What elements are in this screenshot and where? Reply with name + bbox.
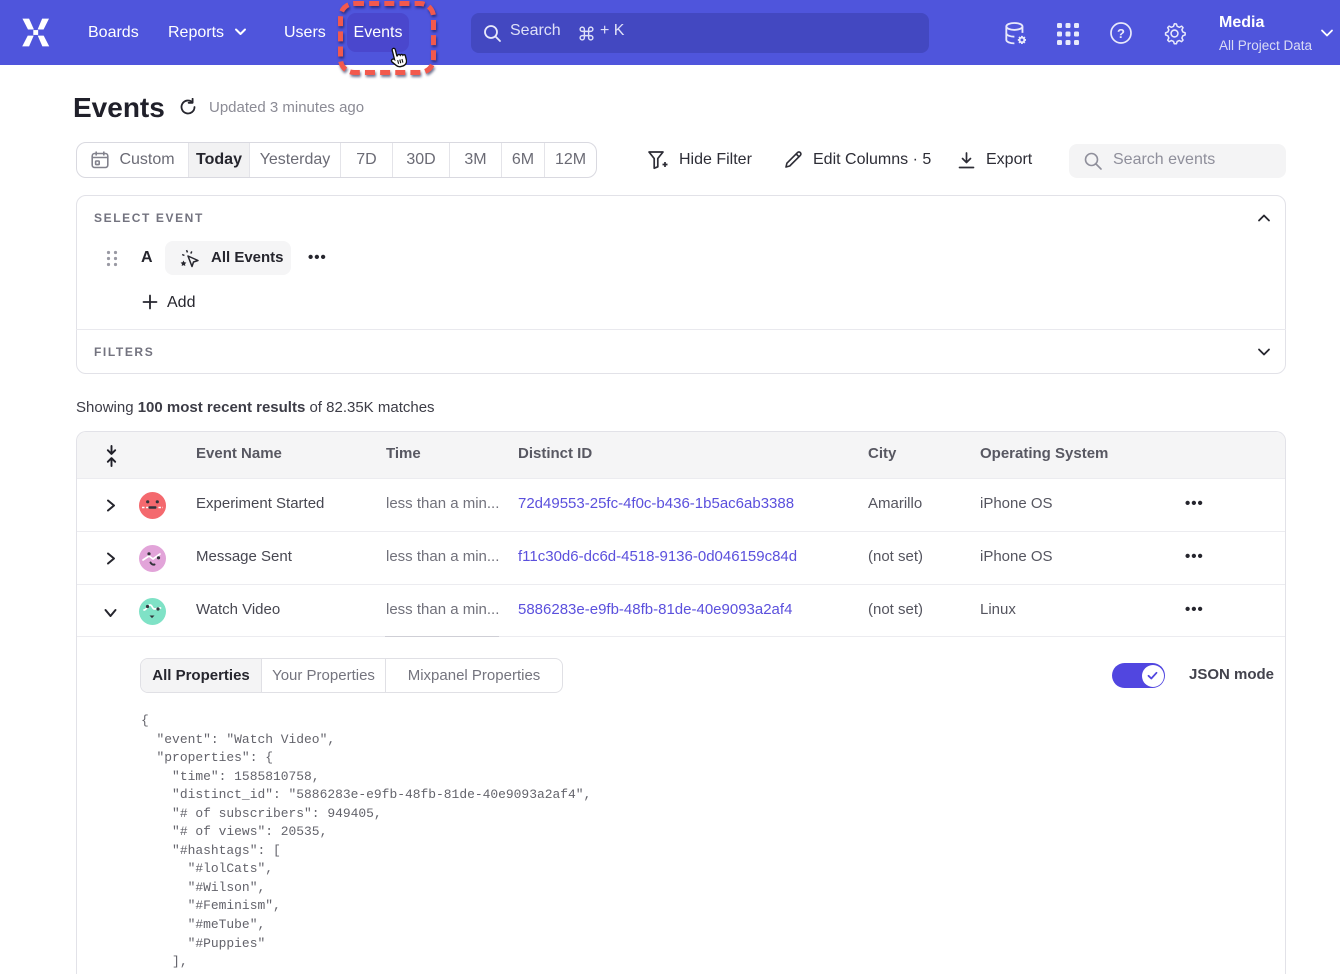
svg-text:?: ? <box>1117 26 1125 41</box>
